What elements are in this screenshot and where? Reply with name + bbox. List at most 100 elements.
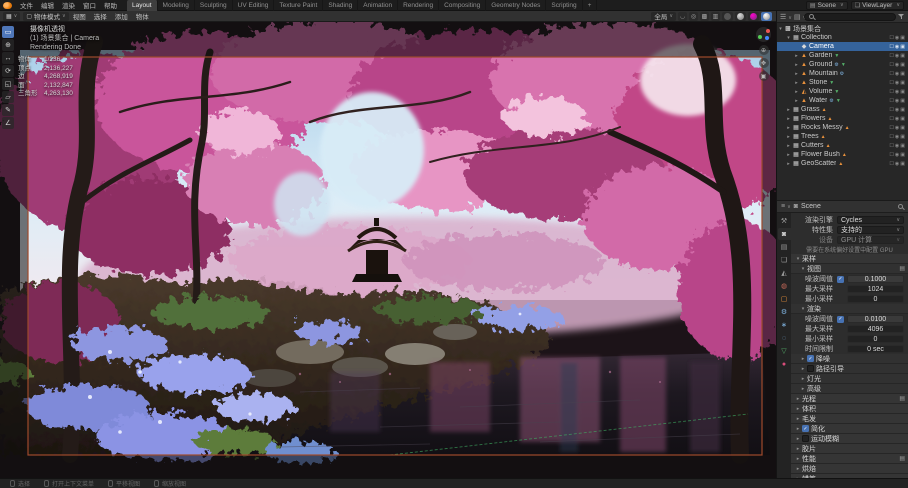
outliner-row-trees[interactable]: Trees ▲ ☐◉▣ — [777, 132, 908, 141]
outliner-row-cutters[interactable]: Cutters ▲ ☐◉▣ — [777, 141, 908, 150]
section-film[interactable]: 胶片 — [791, 444, 908, 454]
outliner-search-input[interactable] — [804, 13, 896, 21]
tab-render[interactable]: ◙ — [778, 228, 791, 240]
tool-measure[interactable]: ∠ — [2, 117, 14, 129]
outliner-editor-icon[interactable]: ☰ — [780, 13, 792, 21]
subsection-viewport[interactable]: 视图 ▤ — [791, 264, 908, 274]
section-light-paths[interactable]: 光程 ▤ — [791, 394, 908, 404]
engine-select[interactable]: Cycles — [837, 216, 904, 224]
viewport-min-samples-field[interactable]: 0 — [847, 295, 904, 303]
render-noise-checkbox[interactable] — [837, 316, 844, 323]
disclosure-icon[interactable] — [793, 89, 800, 95]
tool-annotate[interactable]: ✎ — [2, 104, 14, 116]
tool-scale[interactable]: ◱ — [2, 78, 14, 90]
viewport-noise-field[interactable]: 0.1000 — [847, 275, 904, 283]
outliner-row-volume[interactable]: Volume ▼ ☐◉▣ — [777, 87, 908, 96]
pan-icon[interactable]: ✥ — [759, 58, 769, 68]
disclosure-icon[interactable] — [793, 62, 800, 68]
add-workspace-button[interactable]: + — [583, 0, 598, 11]
section-performance[interactable]: 性能 ▤ — [791, 454, 908, 464]
overlays-icon[interactable]: ▩ — [700, 12, 709, 21]
outliner-row-ground[interactable]: Ground ⚙ ▼ ☐◉▣ — [777, 60, 908, 69]
section-volumes[interactable]: 体积 — [791, 404, 908, 414]
outliner-row-flower-bush[interactable]: Flower Bush ▲ ☐◉▣ — [777, 150, 908, 159]
outliner-row-mountain[interactable]: Mountain ⚙ ☐◉▣ — [777, 69, 908, 78]
menu-window[interactable]: 窗口 — [79, 0, 100, 10]
visibility-toggles[interactable]: ☐◉▣ — [889, 107, 906, 113]
section-simplify[interactable]: 简化 — [791, 424, 908, 434]
shading-rendered-button[interactable] — [761, 12, 772, 21]
render-max-samples-field[interactable]: 4096 — [847, 325, 904, 333]
mode-selector[interactable]: ▢ 物体模式 — [23, 12, 68, 21]
tab-output[interactable]: ▤ — [778, 241, 791, 253]
render-time-limit-field[interactable]: 0 sec — [847, 345, 904, 353]
tab-object-data[interactable]: ▽ — [778, 345, 791, 357]
disclosure-icon[interactable] — [793, 80, 800, 86]
blender-logo-icon[interactable] — [3, 2, 12, 9]
feature-set-select[interactable]: 支持的 — [837, 226, 904, 234]
xray-icon[interactable]: ▥ — [711, 12, 720, 21]
zoom-icon[interactable]: ⊕ — [759, 45, 769, 55]
outliner-row-grass[interactable]: Grass ▲ ☐◉▣ — [777, 105, 908, 114]
disclosure-icon[interactable] — [793, 71, 800, 77]
subsection-path-guiding[interactable]: 路径引导 — [791, 364, 908, 374]
tool-transform[interactable]: ▱ — [2, 91, 14, 103]
simplify-checkbox[interactable] — [802, 425, 809, 432]
viewport-max-samples-field[interactable]: 1024 — [847, 285, 904, 293]
device-select[interactable]: GPU 计算 — [837, 236, 904, 244]
outliner-row-scene-collection[interactable]: 场景集合 — [777, 24, 908, 33]
transform-orientation-selector[interactable]: 全局 — [651, 12, 676, 21]
motion-blur-checkbox[interactable] — [802, 435, 809, 442]
visibility-toggles[interactable]: ☐◉▣ — [889, 53, 906, 59]
view-layer-selector[interactable]: ❏ ViewLayer — [851, 1, 904, 10]
tab-animation[interactable]: Animation — [358, 0, 398, 11]
tool-rotate[interactable]: ⟳ — [2, 65, 14, 77]
proportional-edit-icon[interactable]: ◎ — [689, 12, 698, 21]
visibility-toggles[interactable]: ☐◉▣ — [889, 44, 906, 50]
visibility-toggles[interactable]: ☐◉▣ — [889, 116, 906, 122]
viewport-noise-checkbox[interactable] — [837, 276, 844, 283]
visibility-toggles[interactable]: ☐◉▣ — [889, 152, 906, 158]
menu-add[interactable]: 添加 — [111, 11, 132, 21]
tab-uv-editing[interactable]: UV Editing — [233, 0, 275, 11]
tab-tool[interactable]: ⚒ — [778, 215, 791, 227]
properties-editor-icon[interactable]: ≡ — [781, 203, 791, 210]
shading-wireframe-button[interactable] — [722, 12, 733, 21]
outliner-row-rocks-messy[interactable]: Rocks Messy ▲ ☐◉▣ — [777, 123, 908, 132]
section-motion-blur[interactable]: 运动模糊 — [791, 434, 908, 444]
disclosure-icon[interactable] — [785, 107, 792, 113]
tab-object[interactable]: ▢ — [778, 293, 791, 305]
shading-solid-button[interactable] — [735, 12, 746, 21]
tool-move[interactable]: ↔ — [2, 52, 14, 64]
tab-view-layer[interactable]: ❏ — [778, 254, 791, 266]
tab-texture-paint[interactable]: Texture Paint — [274, 0, 323, 11]
filter-icon[interactable] — [898, 13, 905, 20]
denoise-checkbox[interactable] — [807, 355, 814, 362]
disclosure-icon[interactable] — [785, 161, 792, 167]
menu-view[interactable]: 视图 — [69, 11, 90, 21]
visibility-toggles[interactable]: ☐◉▣ — [889, 134, 906, 140]
disclosure-icon[interactable] — [785, 143, 792, 149]
menu-select[interactable]: 选择 — [90, 11, 111, 21]
disclosure-icon[interactable] — [785, 116, 792, 122]
outliner-row-flowers[interactable]: Flowers ▲ ☐◉▣ — [777, 114, 908, 123]
visibility-toggles[interactable]: ☐◉▣ — [889, 80, 906, 86]
snap-magnet-icon[interactable]: ◡ — [678, 12, 687, 21]
tab-rendering[interactable]: Rendering — [398, 0, 439, 11]
visibility-toggles[interactable]: ☐◉▣ — [889, 62, 906, 68]
menu-edit[interactable]: 编辑 — [37, 0, 58, 10]
camera-view-icon[interactable]: ▣ — [759, 71, 769, 81]
tab-physics[interactable]: ◌ — [778, 332, 791, 344]
tab-compositing[interactable]: Compositing — [439, 0, 486, 11]
tab-modeling[interactable]: Modeling — [158, 0, 195, 11]
render-noise-field[interactable]: 0.0100 — [847, 315, 904, 323]
menu-file[interactable]: 文件 — [16, 0, 37, 10]
outliner-row-water[interactable]: Water ⚙ ▼ ☐◉▣ — [777, 96, 908, 105]
tab-modifiers[interactable]: ⚙ — [778, 306, 791, 318]
tab-scripting[interactable]: Scripting — [546, 0, 582, 11]
path-guiding-checkbox[interactable] — [807, 365, 814, 372]
visibility-toggles[interactable]: ☐◉▣ — [889, 143, 906, 149]
tab-geometry-nodes[interactable]: Geometry Nodes — [486, 0, 546, 11]
tool-cursor[interactable]: ⊕ — [2, 39, 14, 51]
editor-type-button[interactable]: ▦ — [3, 12, 20, 21]
